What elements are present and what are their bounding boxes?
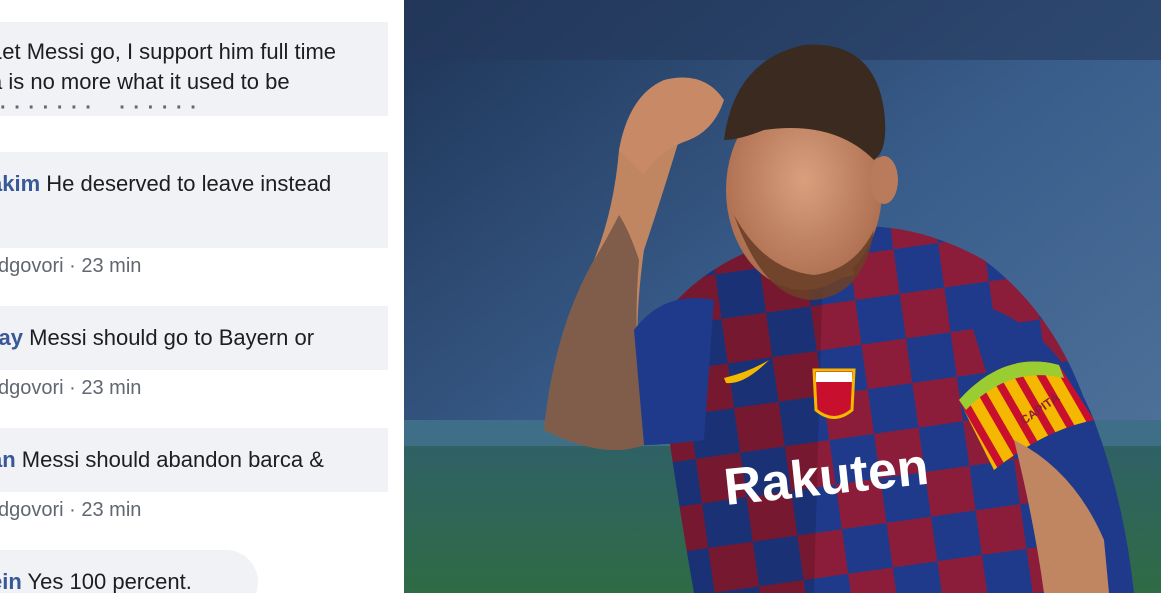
- sleeve: [634, 298, 714, 445]
- comment-bubble: Let Messi go, I support him full time a …: [0, 22, 388, 116]
- comment-author[interactable]: akim: [0, 171, 40, 196]
- comment-body: He deserved to leave instead: [40, 171, 332, 196]
- comment-bubble: ray Messi should go to Bayern or: [0, 306, 388, 370]
- comment-text-line: Let Messi go, I support him full time: [0, 39, 337, 64]
- crest-top: [816, 372, 852, 382]
- comment-author[interactable]: an: [0, 447, 16, 472]
- comment-meta: dgovori · 23 min: [0, 499, 142, 521]
- comment-text: an Messi should abandon barca &: [0, 446, 324, 474]
- comments-panel: Let Messi go, I support him full time a …: [0, 0, 404, 593]
- comment-body: Yes 100 percent.: [21, 569, 192, 593]
- comment-author[interactable]: ein: [0, 569, 22, 593]
- comment-meta: dgovori · 23 min: [0, 255, 142, 277]
- comment-text: ray Messi should go to Bayern or: [0, 324, 314, 352]
- comment-bubble: ein Yes 100 percent.: [0, 550, 258, 593]
- comment-bubble: akim He deserved to leave instead: [0, 152, 388, 248]
- comment-body: Messi should abandon barca &: [15, 447, 324, 472]
- comment-body: Messi should go to Bayern or: [23, 325, 315, 350]
- player-photo: Rakuten CAPITÀ: [404, 0, 1161, 593]
- comment-bubble: an Messi should abandon barca &: [0, 428, 388, 492]
- comment-text: akim He deserved to leave instead: [0, 170, 331, 198]
- comment-author[interactable]: ray: [0, 325, 23, 350]
- comment-meta: dgovori · 23 min: [0, 377, 142, 399]
- ear: [870, 156, 898, 204]
- comment-text-line: a is no more what it used to be: [0, 69, 290, 94]
- comment-text: ein Yes 100 percent.: [0, 568, 192, 593]
- comment-meta-cut: · · · · · · · · · · · · ·: [0, 105, 200, 115]
- stadium-light-band: [404, 0, 1161, 60]
